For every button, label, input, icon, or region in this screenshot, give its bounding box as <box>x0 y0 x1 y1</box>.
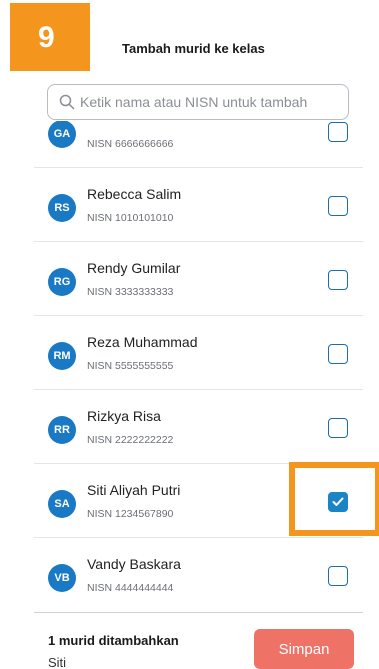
student-nisn: NISN 5555555555 <box>87 360 174 372</box>
avatar: RS <box>48 194 76 222</box>
student-row[interactable]: RM Reza Muhammad NISN 5555555555 <box>34 316 363 390</box>
save-button[interactable]: Simpan <box>254 629 354 669</box>
student-row[interactable]: RS Rebecca Salim NISN 1010101010 <box>34 168 363 242</box>
student-name: Rizkya Risa <box>87 408 161 424</box>
avatar: GA <box>48 121 76 148</box>
selected-names: Siti <box>48 655 67 669</box>
select-checkbox[interactable] <box>328 566 348 586</box>
student-row[interactable]: SA Siti Aliyah Putri NISN 1234567890 <box>34 464 363 538</box>
student-nisn: NISN 6666666666 <box>87 138 174 150</box>
select-checkbox[interactable] <box>328 196 348 216</box>
student-name: Siti Aliyah Putri <box>87 482 181 498</box>
avatar: SA <box>48 490 76 518</box>
student-list[interactable]: GA NISN 6666666666 RS Rebecca Salim NISN 101… <box>34 121 363 608</box>
student-name: Rebecca Salim <box>87 186 182 202</box>
student-nisn: NISN 1234567890 <box>87 508 174 520</box>
search-box[interactable] <box>47 84 349 120</box>
step-number-badge: 9 <box>10 3 90 71</box>
student-row[interactable]: GA NISN 6666666666 <box>34 121 363 168</box>
selected-count: 1 murid ditambahkan <box>48 633 179 648</box>
avatar: RM <box>48 342 76 370</box>
select-checkbox[interactable] <box>328 492 348 512</box>
avatar: RR <box>48 416 76 444</box>
search-icon <box>54 84 80 120</box>
select-checkbox[interactable] <box>328 122 348 142</box>
search-input[interactable] <box>80 94 340 110</box>
select-checkbox[interactable] <box>328 270 348 290</box>
footer: 1 murid ditambahkan Siti Simpan <box>34 612 363 669</box>
student-row[interactable]: RR Rizkya Risa NISN 2222222222 <box>34 390 363 464</box>
student-nisn: NISN 4444444444 <box>87 582 174 594</box>
select-checkbox[interactable] <box>328 418 348 438</box>
student-name: Vandy Baskara <box>87 556 181 572</box>
avatar: RG <box>48 268 76 296</box>
student-row[interactable]: RG Rendy Gumilar NISN 3333333333 <box>34 242 363 316</box>
student-nisn: NISN 3333333333 <box>87 286 174 298</box>
student-name: Reza Muhammad <box>87 334 198 350</box>
avatar: VB <box>48 564 76 592</box>
student-nisn: NISN 1010101010 <box>87 212 174 224</box>
check-icon <box>332 497 344 506</box>
student-nisn: NISN 2222222222 <box>87 434 174 446</box>
student-name: Rendy Gumilar <box>87 260 181 276</box>
student-row[interactable]: VB Vandy Baskara NISN 4444444444 <box>34 538 363 608</box>
page-title: Tambah murid ke kelas <box>122 41 265 56</box>
select-checkbox[interactable] <box>328 344 348 364</box>
